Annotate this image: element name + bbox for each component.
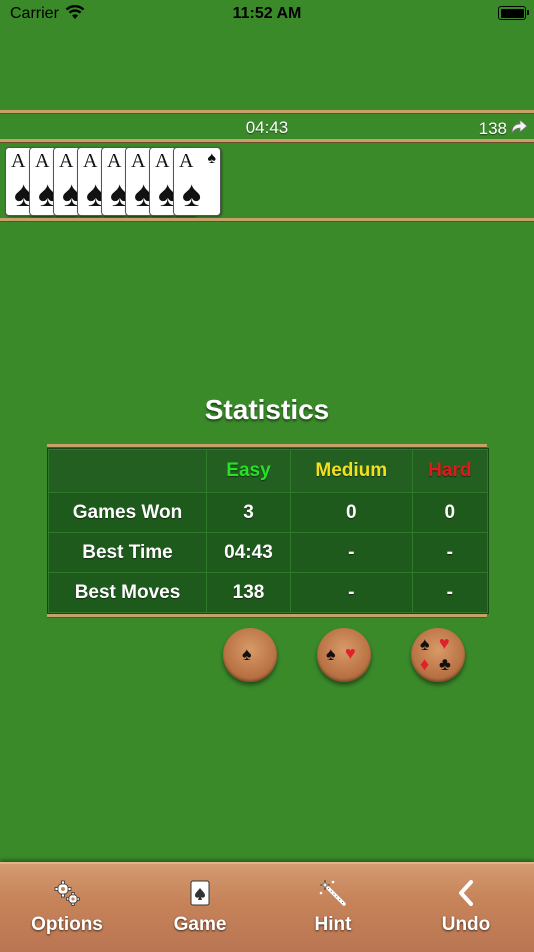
card-rank: A bbox=[131, 150, 146, 172]
diamond-icon: ♦ bbox=[420, 654, 430, 674]
table-header-row: Easy Medium Hard bbox=[48, 449, 489, 493]
card-rank: A bbox=[155, 150, 170, 172]
cell-value: 0 bbox=[411, 492, 489, 533]
foundation-rail bbox=[0, 218, 534, 221]
status-bar: Carrier 11:52 AM bbox=[0, 0, 534, 28]
heart-icon: ♥ bbox=[439, 633, 450, 653]
card-suit-small: ♠ bbox=[207, 150, 217, 167]
table-row: Best Moves 138 - - bbox=[48, 572, 489, 613]
card-rank: A bbox=[83, 150, 98, 172]
hint-button[interactable]: Hint bbox=[278, 878, 388, 936]
table-row: Best Time 04:43 - - bbox=[48, 532, 489, 573]
four-suits-button[interactable]: ♠ ♥ ♦ ♣ bbox=[411, 628, 465, 682]
card-rank: A bbox=[59, 150, 74, 172]
column-easy: Easy bbox=[206, 449, 291, 493]
cell-value: - bbox=[289, 532, 413, 573]
gears-icon bbox=[12, 878, 122, 908]
card-icon bbox=[145, 878, 255, 908]
statistics-title: Statistics bbox=[204, 394, 330, 425]
cell-value: 3 bbox=[206, 492, 291, 533]
cell-value: 0 bbox=[289, 492, 413, 533]
row-label-best-time: Best Time bbox=[48, 532, 207, 573]
club-icon: ♣ bbox=[439, 654, 451, 674]
clock: 11:52 AM bbox=[232, 5, 302, 22]
undo-button[interactable]: Undo bbox=[411, 878, 521, 936]
hint-label: Hint bbox=[314, 914, 352, 935]
column-medium: Medium bbox=[289, 449, 413, 493]
move-counter: 138 bbox=[479, 117, 529, 140]
spade-icon: ♠ bbox=[420, 634, 430, 654]
two-suits-button[interactable]: ♠ ♥ bbox=[317, 628, 371, 682]
row-label-games-won: Games Won bbox=[48, 492, 207, 533]
move-count: 138 bbox=[478, 118, 507, 138]
cell-value: - bbox=[411, 532, 489, 573]
spade-icon: ♠ bbox=[242, 644, 252, 664]
heart-icon: ♥ bbox=[345, 643, 356, 663]
game-timer: 04:43 bbox=[245, 118, 289, 137]
stats-top-rail bbox=[47, 444, 487, 447]
card-rank: A bbox=[107, 150, 122, 172]
row-label-best-moves: Best Moves bbox=[48, 572, 207, 613]
cell-value: - bbox=[411, 572, 489, 613]
statistics-panel: Easy Medium Hard Games Won 3 0 0 Best Ti… bbox=[47, 448, 489, 614]
game-button[interactable]: Game bbox=[145, 878, 255, 936]
cell-value: 04:43 bbox=[206, 532, 291, 573]
cell-value: - bbox=[289, 572, 413, 613]
battery-icon bbox=[498, 6, 529, 20]
info-rail bbox=[0, 139, 534, 142]
chevron-left-icon bbox=[411, 878, 521, 908]
cell-value: 138 bbox=[206, 572, 291, 613]
statistics-table: Easy Medium Hard Games Won 3 0 0 Best Ti… bbox=[48, 449, 489, 613]
stats-bottom-rail bbox=[47, 614, 487, 617]
info-bar: 04:43 138 bbox=[0, 114, 534, 141]
spade-icon: ♠ bbox=[326, 644, 336, 664]
game-label: Game bbox=[173, 914, 227, 935]
bottom-toolbar: Options Game Hint Undo bbox=[0, 862, 534, 952]
top-rail bbox=[0, 110, 534, 113]
options-button[interactable]: Options bbox=[12, 878, 122, 936]
moves-arrow-icon bbox=[509, 117, 529, 140]
options-label: Options bbox=[31, 914, 103, 935]
card-suit-large: ♠ bbox=[182, 173, 202, 214]
undo-label: Undo bbox=[441, 914, 491, 935]
card-rank: A bbox=[11, 150, 26, 172]
column-hard: Hard bbox=[411, 449, 489, 493]
one-suit-button[interactable]: ♠ bbox=[223, 628, 277, 682]
magic-wand-icon bbox=[278, 878, 388, 908]
foundation-card: A♠♠ bbox=[173, 147, 221, 216]
table-row: Games Won 3 0 0 bbox=[48, 492, 489, 533]
card-rank: A bbox=[35, 150, 50, 172]
card-rank: A bbox=[179, 150, 194, 172]
corner-cell bbox=[48, 449, 207, 493]
